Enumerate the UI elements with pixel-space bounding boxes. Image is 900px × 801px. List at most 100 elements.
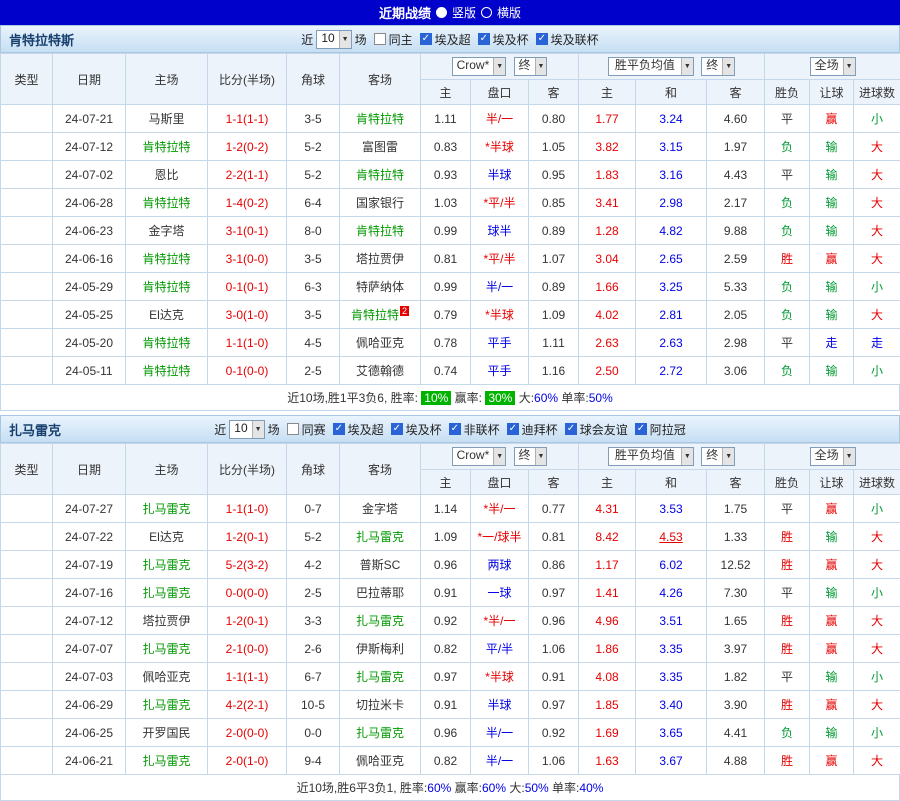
filter-checkbox-埃及超[interactable] <box>333 423 345 435</box>
table-row: 埃及超24-06-21扎马雷克2-0(1-0)9-4佩哈亚克0.82半/一1.0… <box>1 747 900 775</box>
odds-away: 1.06 <box>529 635 579 663</box>
away-team: 肯特拉特 <box>340 105 421 133</box>
avg-home: 1.66 <box>579 273 636 301</box>
col-avg-home: 主 <box>579 470 636 495</box>
table-row: 埃及超24-07-27扎马雷克1-1(1-0)0-7金字塔1.14*半/一0.7… <box>1 495 900 523</box>
odds-state-value: 终 <box>515 58 535 75</box>
avg-state-select[interactable]: 终▼ <box>701 57 735 76</box>
result: 胜 <box>765 245 810 273</box>
result: 胜 <box>765 691 810 719</box>
home-team: 金字塔 <box>126 217 208 245</box>
avg-select-value: 胜平负均值 <box>609 58 681 75</box>
avg-home: 4.96 <box>579 607 636 635</box>
score: 4-2(2-1) <box>208 691 287 719</box>
corner-count: 3-5 <box>287 245 340 273</box>
scope-select[interactable]: 全场▼ <box>810 447 856 466</box>
table-row: 埃及超24-05-11肯特拉特0-1(0-0)2-5艾德翰德0.74平手1.16… <box>1 357 900 385</box>
col-avg-draw: 和 <box>636 80 707 105</box>
table-row: 埃及超24-07-12肯特拉特1-2(0-2)5-2富图雷0.83*半球1.05… <box>1 133 900 161</box>
result: 负 <box>765 273 810 301</box>
recent-count-select[interactable]: 10▼ <box>316 30 351 49</box>
recent-label: 近 <box>301 31 313 48</box>
score: 0-1(0-0) <box>208 357 287 385</box>
odds-home: 0.79 <box>421 301 471 329</box>
col-odds-home: 主 <box>421 80 471 105</box>
team-name: 国家银行 <box>356 196 404 210</box>
avg-draw: 4.26 <box>636 579 707 607</box>
filter-checkbox-阿拉冠[interactable] <box>635 423 647 435</box>
avg-away: 12.52 <box>707 551 765 579</box>
col-odds-away: 客 <box>529 80 579 105</box>
filter-checkbox-同赛[interactable] <box>287 423 299 435</box>
score: 2-1(0-0) <box>208 635 287 663</box>
filter-checkbox-同主[interactable] <box>374 33 386 45</box>
odds-away: 0.86 <box>529 551 579 579</box>
handicap-result: 走 <box>810 329 854 357</box>
avg-away: 4.41 <box>707 719 765 747</box>
col-away: 客场 <box>340 54 421 105</box>
company-select[interactable]: Crow*▼ <box>452 447 507 466</box>
scope-select[interactable]: 全场▼ <box>810 57 856 76</box>
col-cover: 让球 <box>810 470 854 495</box>
corner-count: 3-5 <box>287 105 340 133</box>
odds-away: 0.96 <box>529 607 579 635</box>
table-row: 埃及杯24-07-19扎马雷克5-2(3-2)4-2普斯SC0.96两球0.86… <box>1 551 900 579</box>
odds-away: 1.11 <box>529 329 579 357</box>
team-name: 肯特拉特 <box>356 224 404 238</box>
filter-checkbox-埃及联杯[interactable] <box>536 33 548 45</box>
corner-count: 2-6 <box>287 635 340 663</box>
away-team: 扎马雷克 <box>340 523 421 551</box>
league-badge: 埃及超 <box>1 161 53 189</box>
filter-checkbox-埃及杯[interactable] <box>478 33 490 45</box>
games-label: 场 <box>268 421 280 438</box>
radio-vertical[interactable] <box>436 7 447 18</box>
corner-count: 6-7 <box>287 663 340 691</box>
footer-text: 单率: <box>558 389 589 406</box>
avg-state-select[interactable]: 终▼ <box>701 447 735 466</box>
filter-checkbox-埃及超[interactable] <box>420 33 432 45</box>
filter-checkbox-球会友谊[interactable] <box>565 423 577 435</box>
col-score: 比分(半场) <box>208 54 287 105</box>
avg-home: 1.63 <box>579 747 636 775</box>
footer-text: 大: <box>515 389 534 406</box>
team-name: 扎马雷克 <box>356 614 404 628</box>
filter-checkbox-埃及杯[interactable] <box>391 423 403 435</box>
handicap-result: 输 <box>810 663 854 691</box>
page-title: 近期战绩 <box>379 3 431 22</box>
team-name: 特萨纳体 <box>356 280 404 294</box>
company-select[interactable]: Crow*▼ <box>452 57 507 76</box>
odds-state-select[interactable]: 终▼ <box>514 447 548 466</box>
col-avg-draw: 和 <box>636 470 707 495</box>
result: 平 <box>765 495 810 523</box>
away-team: 特萨纳体 <box>340 273 421 301</box>
table-row: 埃及杯24-05-29肯特拉特0-1(0-1)6-3特萨纳体0.99半/一0.8… <box>1 273 900 301</box>
goals-result: 小 <box>854 719 900 747</box>
home-team: 开罗国民 <box>126 719 208 747</box>
odds-state-select[interactable]: 终▼ <box>514 57 548 76</box>
avg-select[interactable]: 胜平负均值▼ <box>608 447 694 466</box>
avg-state-value: 终 <box>702 448 722 465</box>
recent-count-select[interactable]: 10▼ <box>229 420 264 439</box>
filter-label: 阿拉冠 <box>650 421 686 438</box>
avg-select[interactable]: 胜平负均值▼ <box>608 57 694 76</box>
team-name: 扎马雷克 <box>142 642 190 656</box>
radio-vertical-label[interactable]: 竖版 <box>452 4 476 21</box>
odds-home: 1.03 <box>421 189 471 217</box>
score: 3-1(0-1) <box>208 217 287 245</box>
table-row: 埃及超24-06-25开罗国民2-0(0-0)0-0扎马雷克0.96半/一0.9… <box>1 719 900 747</box>
odds-away: 1.06 <box>529 747 579 775</box>
away-team: 富图雷 <box>340 133 421 161</box>
home-team: 恩比 <box>126 161 208 189</box>
team-name: 扎马雷克 <box>142 586 190 600</box>
col-corner: 角球 <box>287 444 340 495</box>
filter-checkbox-迪拜杯[interactable] <box>507 423 519 435</box>
radio-horizontal-label[interactable]: 横版 <box>497 4 521 21</box>
team-name: 肯特拉特 <box>142 280 190 294</box>
avg-select-group: 胜平负均值▼ 终▼ <box>579 54 765 80</box>
radio-horizontal[interactable] <box>481 7 492 18</box>
handicap: *平/半 <box>471 189 529 217</box>
filter-checkbox-非联杯[interactable] <box>449 423 461 435</box>
team-name: 扎马雷克 <box>142 502 190 516</box>
table-row: 埃及超24-07-12塔拉贾伊1-2(0-1)3-3扎马雷克0.92*半/一0.… <box>1 607 900 635</box>
handicap: 半/一 <box>471 273 529 301</box>
